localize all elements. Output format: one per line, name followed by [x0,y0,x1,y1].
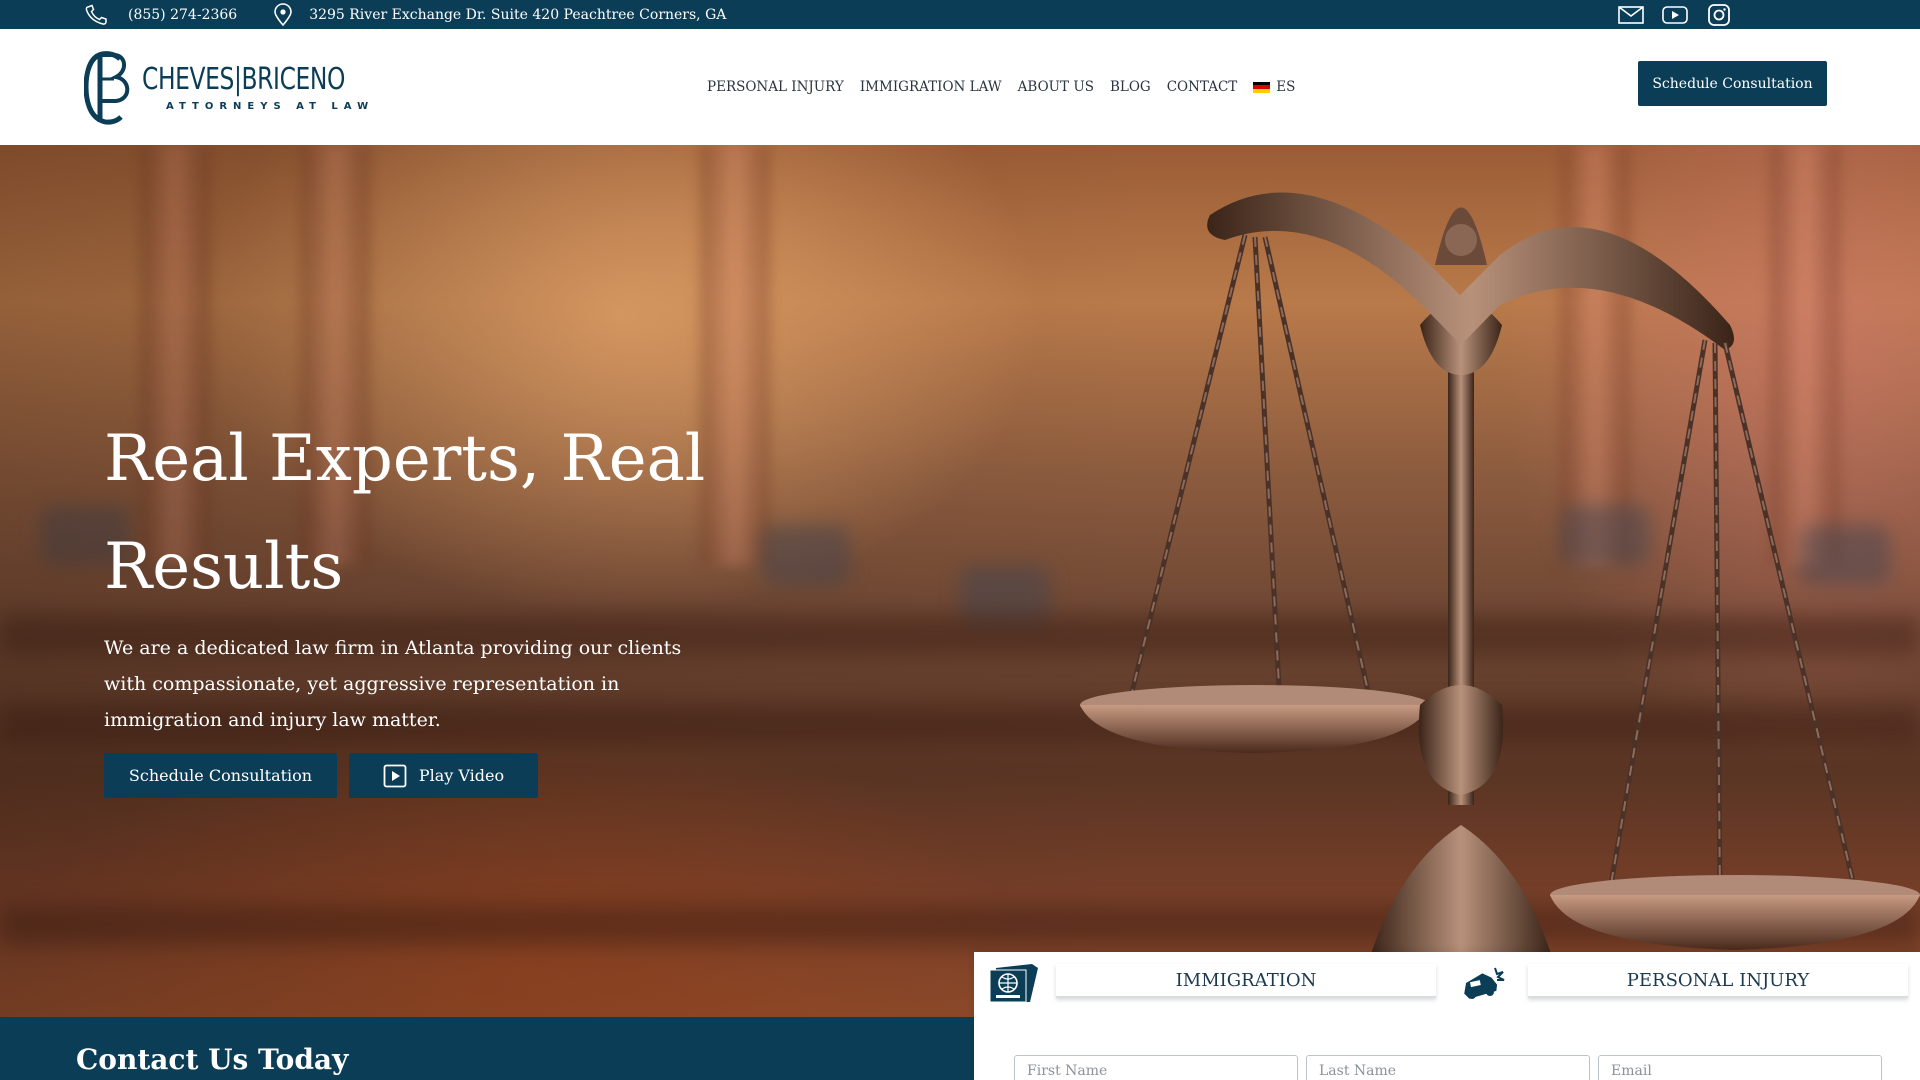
mail-link[interactable] [1616,0,1646,29]
nav-personal-injury[interactable]: PERSONAL INJURY [707,79,844,95]
first-name-field[interactable] [1014,1055,1298,1080]
nav-contact[interactable]: CONTACT [1167,79,1238,95]
main-nav: PERSONAL INJURY IMMIGRATION LAW ABOUT US… [707,29,1295,145]
hero-subtitle: We are a dedicated law firm in Atlanta p… [104,637,682,731]
instagram-icon [1708,3,1730,26]
email-field[interactable] [1598,1055,1882,1080]
site-logo[interactable]: CHEVES|BRICENO ATTORNEYS AT LAW [84,49,402,125]
cb-monogram-icon [84,51,130,125]
address-text: 3295 River Exchange Dr. Suite 420 Peacht… [309,6,727,23]
play-video-button[interactable]: Play Video [349,753,538,798]
hero-section: Real Experts, Real Results We are a dedi… [0,145,1920,1017]
header-schedule-button[interactable]: Schedule Consultation [1638,61,1827,106]
play-video-label: Play Video [418,766,505,785]
contact-info: (855) 274-2366 3295 River Exchange Dr. S… [84,0,760,29]
tab-personal-injury[interactable]: PERSONAL INJURY [1528,964,1908,998]
phone-number: (855) 274-2366 [128,6,238,23]
hero-buttons: Schedule Consultation Play Video [104,753,538,798]
phone-icon [85,4,107,25]
car-crash-icon [1464,967,1505,999]
mail-icon [1618,5,1644,24]
nav-about-us[interactable]: ABOUT US [1018,79,1094,95]
youtube-link[interactable] [1660,0,1690,29]
play-icon [383,764,407,787]
personal-injury-tab-icon[interactable] [1454,962,1510,1006]
hero-title: Real Experts, Real Results [104,422,706,604]
immigration-tab-icon[interactable] [986,962,1042,1006]
instagram-link[interactable] [1704,0,1734,29]
site-header: CHEVES|BRICENO ATTORNEYS AT LAW PERSONAL… [0,29,1920,145]
contact-section-title: Contact Us Today [76,1043,349,1076]
passport-icon [989,964,1038,1003]
tab-immigration[interactable]: IMMIGRATION [1056,964,1436,998]
logo-tagline: ATTORNEYS AT LAW [166,101,375,112]
top-info-bar: (855) 274-2366 3295 River Exchange Dr. S… [0,0,1920,29]
youtube-icon [1662,5,1688,24]
flag-icon [1253,81,1271,93]
language-label: ES [1276,79,1296,95]
last-name-field[interactable] [1306,1055,1590,1080]
social-links [1602,0,1734,29]
practice-form-card: IMMIGRATION PERSONAL INJURY [974,952,1920,1080]
address-link[interactable]: 3295 River Exchange Dr. Suite 420 Peacht… [271,2,727,27]
location-pin-icon [274,2,292,26]
scales-of-justice-image [1080,192,1920,957]
hero-schedule-button[interactable]: Schedule Consultation [104,753,337,798]
contact-section: Contact Us Today [0,1017,975,1080]
nav-immigration-law[interactable]: IMMIGRATION LAW [860,79,1002,95]
phone-link[interactable]: (855) 274-2366 [84,4,237,26]
language-switcher[interactable]: ES [1253,79,1295,95]
logo-name: CHEVES|BRICENO [142,62,346,97]
nav-blog[interactable]: BLOG [1110,79,1151,95]
